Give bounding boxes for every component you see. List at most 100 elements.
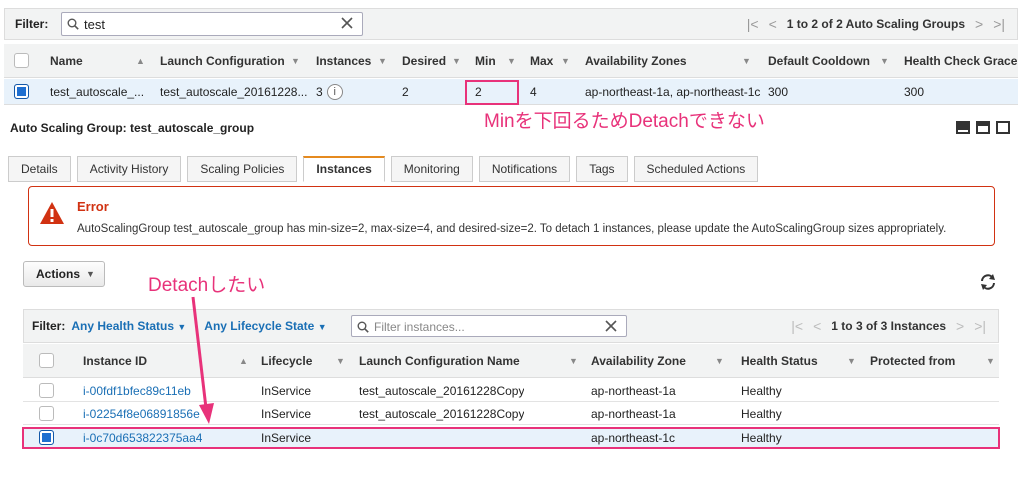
col-max[interactable]: Max (530, 44, 553, 77)
tab-activity-history[interactable]: Activity History (76, 156, 182, 182)
col-min[interactable]: Min (475, 44, 496, 77)
chevron-down-icon[interactable]: ▼ (986, 356, 995, 366)
table-row[interactable]: i-00fdf1bfec89c11eb InService test_autos… (23, 380, 999, 402)
instance-lifecycle: InService (261, 406, 312, 421)
tab-scheduled-actions[interactable]: Scheduled Actions (633, 156, 759, 182)
warning-icon (40, 202, 64, 224)
asg-instances-cell: 3i (316, 79, 343, 104)
tab-scaling-policies[interactable]: Scaling Policies (187, 156, 298, 182)
asg-name: test_autoscale_... (50, 84, 145, 99)
tab-monitoring[interactable]: Monitoring (390, 156, 473, 182)
instance-id-link[interactable]: i-02254f8e06891856e (83, 403, 200, 424)
instances-search-input[interactable]: Filter instances... (351, 315, 627, 337)
col-availability-zone[interactable]: Availability Zone (591, 344, 686, 377)
detail-tabs: Details Activity History Scaling Policie… (8, 156, 764, 182)
min-highlight-box (465, 80, 519, 105)
sort-asc-icon[interactable]: ▲ (136, 56, 145, 66)
instance-health: Healthy (741, 406, 782, 421)
chevron-down-icon[interactable]: ▼ (742, 56, 751, 66)
actions-button[interactable]: Actions ▼ (23, 261, 105, 287)
col-launch-configuration[interactable]: Launch Configuration (160, 44, 285, 77)
col-health-check-grace[interactable]: Health Check Grace (904, 44, 1017, 77)
prev-page-icon[interactable]: < (813, 318, 821, 334)
next-page-icon[interactable]: > (956, 318, 964, 334)
annotation-detach-note: Detachしたい (148, 275, 266, 296)
sort-asc-icon[interactable]: ▲ (239, 356, 248, 366)
instances-filter-label: Filter: (32, 319, 66, 333)
asg-pager: |< < 1 to 2 of 2 Auto Scaling Groups > >… (747, 16, 1005, 32)
info-icon[interactable]: i (326, 83, 343, 100)
refresh-icon[interactable] (978, 272, 998, 292)
instances-search-placeholder: Filter instances... (374, 320, 465, 334)
col-health-status[interactable]: Health Status (741, 344, 818, 377)
panel-layout-buttons (956, 121, 1010, 134)
asg-filter-bar: Filter: test |< < 1 to 2 of 2 Auto Scali… (4, 8, 1018, 40)
select-all-checkbox[interactable] (14, 44, 29, 77)
lifecycle-state-value: Any Lifecycle State (204, 319, 315, 333)
lifecycle-state-dropdown[interactable]: Any Lifecycle State ▼ (204, 319, 326, 333)
instances-pager-text: 1 to 3 of 3 Instances (831, 319, 946, 333)
next-page-icon[interactable]: > (975, 16, 983, 32)
chevron-down-icon[interactable]: ▼ (561, 56, 570, 66)
instance-id-link[interactable]: i-00fdf1bfec89c11eb (83, 380, 191, 401)
layout-bottom-icon[interactable] (956, 121, 970, 134)
chevron-down-icon: ▼ (86, 269, 95, 279)
asg-zones: ap-northeast-1a, ap-northeast-1c (585, 84, 761, 99)
health-status-value: Any Health Status (71, 319, 175, 333)
chevron-down-icon[interactable]: ▼ (569, 356, 578, 366)
tab-instances[interactable]: Instances (303, 156, 385, 182)
last-page-icon[interactable]: >| (974, 318, 986, 334)
search-icon (357, 321, 369, 333)
select-all-checkbox[interactable] (39, 344, 54, 377)
instance-health: Healthy (741, 383, 782, 398)
asg-filter-label: Filter: (15, 17, 49, 31)
chevron-down-icon: ▼ (317, 322, 327, 332)
asg-search-input[interactable]: test (61, 12, 363, 36)
chevron-down-icon[interactable]: ▼ (336, 356, 345, 366)
asg-instances: 3 (316, 84, 323, 99)
last-page-icon[interactable]: >| (993, 16, 1005, 32)
clear-search-icon[interactable] (340, 16, 354, 30)
row-checkbox[interactable] (39, 380, 54, 401)
tab-tags[interactable]: Tags (576, 156, 628, 182)
row-checkbox[interactable] (14, 79, 29, 104)
row-checkbox[interactable] (39, 403, 54, 424)
col-instance-id[interactable]: Instance ID (83, 344, 147, 377)
chevron-down-icon[interactable]: ▼ (880, 56, 889, 66)
chevron-down-icon[interactable]: ▼ (847, 356, 856, 366)
chevron-down-icon[interactable]: ▼ (452, 56, 461, 66)
col-instances[interactable]: Instances (316, 44, 371, 77)
asg-search-value: test (84, 16, 105, 32)
tab-details[interactable]: Details (8, 156, 71, 182)
chevron-down-icon[interactable]: ▼ (378, 56, 387, 66)
table-row[interactable]: i-02254f8e06891856e InService test_autos… (23, 403, 999, 425)
chevron-down-icon[interactable]: ▼ (291, 56, 300, 66)
asg-table-header: Name ▲ Launch Configuration ▼ Instances … (4, 44, 1018, 78)
col-default-cooldown[interactable]: Default Cooldown (768, 44, 870, 77)
asg-launch-config: test_autoscale_20161228... (160, 84, 308, 99)
col-desired[interactable]: Desired (402, 44, 446, 77)
search-icon (67, 18, 79, 30)
prev-page-icon[interactable]: < (769, 16, 777, 32)
col-availability-zones[interactable]: Availability Zones (585, 44, 687, 77)
detail-title: Auto Scaling Group: test_autoscale_group (10, 121, 255, 135)
tab-notifications[interactable]: Notifications (478, 156, 571, 182)
instance-az: ap-northeast-1a (591, 406, 676, 421)
chevron-down-icon[interactable]: ▼ (715, 356, 724, 366)
first-page-icon[interactable]: |< (747, 16, 759, 32)
chevron-down-icon[interactable]: ▼ (507, 56, 516, 66)
chevron-down-icon: ▼ (177, 322, 187, 332)
col-name[interactable]: Name (50, 44, 83, 77)
asg-max: 4 (530, 84, 537, 99)
col-lifecycle[interactable]: Lifecycle (261, 344, 312, 377)
clear-search-icon[interactable] (604, 319, 618, 333)
col-launch-configuration-name[interactable]: Launch Configuration Name (359, 344, 520, 377)
layout-full-icon[interactable] (996, 121, 1010, 134)
error-message: AutoScalingGroup test_autoscale_group ha… (77, 223, 947, 235)
first-page-icon[interactable]: |< (791, 318, 803, 334)
asg-pager-text: 1 to 2 of 2 Auto Scaling Groups (786, 17, 965, 31)
layout-split-icon[interactable] (976, 121, 990, 134)
col-protected-from[interactable]: Protected from (870, 344, 955, 377)
health-status-dropdown[interactable]: Any Health Status ▼ (71, 319, 186, 333)
instance-az: ap-northeast-1a (591, 383, 676, 398)
